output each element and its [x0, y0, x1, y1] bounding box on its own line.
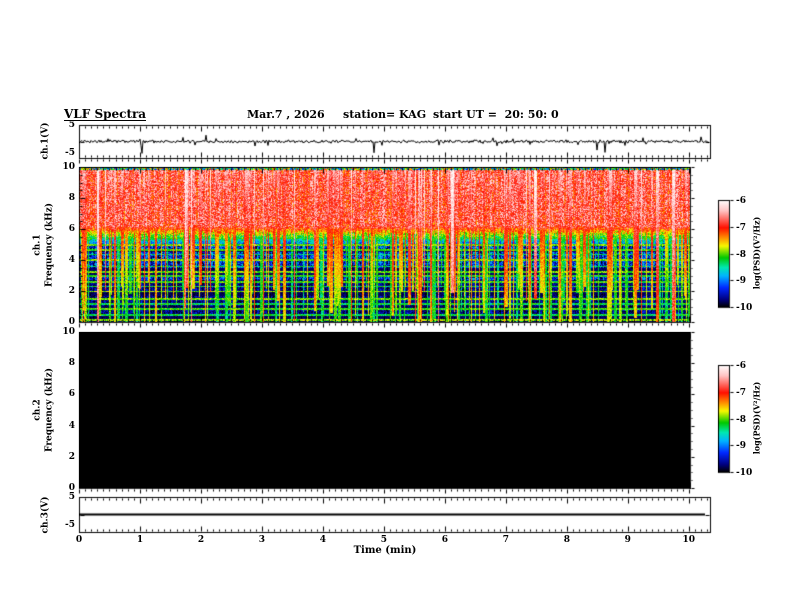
freq-tick-label: 0 [68, 483, 75, 493]
x-axis-title: Time (min) [353, 545, 417, 556]
header-date: Mar.7 , 2026 [247, 108, 325, 121]
x-tick-label: 5 [380, 535, 388, 545]
ch2-spec-channel-label: ch.2 [32, 399, 43, 421]
freq-tick-label: 2 [68, 286, 75, 296]
x-tick-label: 8 [563, 535, 570, 545]
colorbar-tick-label: -9 [736, 441, 746, 452]
freq-tick-label: 4 [68, 255, 75, 265]
x-tick-label: 0 [75, 535, 83, 545]
colorbar-tick-label: -6 [736, 196, 746, 206]
x-tick-label: 9 [624, 535, 631, 545]
x-tick-label: 10 [682, 535, 696, 545]
ch1-spec-channel-label: ch.1 [32, 234, 43, 256]
freq-tick-label: 0 [68, 317, 75, 327]
x-tick-label: 4 [319, 535, 327, 545]
freq-tick-label: 2 [68, 451, 75, 462]
header-start-ut: start UT = 20: 50: 0 [433, 108, 559, 121]
ch1-wave-ylabel: ch.1(V) [40, 122, 51, 160]
x-tick-label: 6 [441, 535, 448, 545]
figure-title: VLF Spectra [64, 107, 147, 121]
ch2-spec-ylabel: Frequency (kHz) [44, 367, 55, 453]
ch1-spec-ylabel: Frequency (kHz) [44, 202, 55, 288]
colorbar-tick-label: -7 [736, 222, 746, 233]
x-tick-label: 3 [258, 535, 266, 545]
colorbar-tick-label: -8 [736, 249, 746, 260]
colorbar-tick-label: -10 [736, 468, 753, 478]
colorbar-tick-label: -6 [736, 361, 746, 371]
colorbar-tick-label: -10 [736, 303, 753, 313]
ch1-wave-ytick-top: 5 [68, 120, 75, 130]
freq-tick-label: 8 [68, 193, 75, 203]
ch3-wave-ylabel: ch.3(V) [40, 496, 51, 534]
ch2-spectrogram-plot [79, 332, 690, 488]
x-tick-label: 2 [197, 535, 205, 545]
colorbar-tick-label: -8 [736, 414, 746, 425]
freq-tick-label: 6 [68, 224, 75, 234]
ch1-colorbar [718, 200, 729, 307]
freq-tick-label: 10 [62, 162, 75, 172]
ch1-spectrogram-plot [79, 167, 690, 322]
ch1-wave-ytick-bottom: -5 [65, 148, 75, 158]
ch3-waveform-plot [79, 497, 710, 532]
colorbar-tick-label: -7 [736, 387, 746, 398]
ch1-waveform-plot [79, 125, 710, 158]
x-tick-label: 7 [502, 535, 509, 545]
header-station: station= KAG [343, 108, 427, 121]
freq-tick-label: 4 [68, 420, 75, 431]
ch3-wave-ytick-bottom: -5 [65, 520, 75, 530]
ch3-wave-ytick-top: 5 [68, 492, 75, 502]
colorbar-tick-label: -9 [736, 276, 746, 287]
vlf-spectra-figure: VLF Spectra Mar.7 , 2026 station= KAG st… [0, 0, 792, 612]
freq-tick-label: 6 [68, 389, 75, 400]
x-tick-label: 1 [136, 535, 144, 545]
freq-tick-label: 8 [68, 358, 75, 369]
ch2-colorbar [718, 365, 729, 472]
freq-tick-label: 10 [62, 327, 75, 337]
